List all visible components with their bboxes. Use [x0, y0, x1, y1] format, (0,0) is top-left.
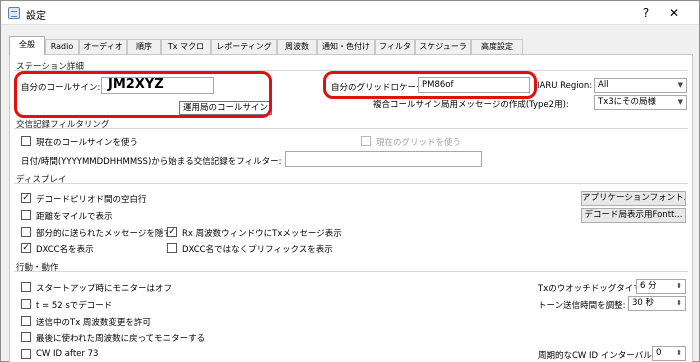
- cw-id-after-checkbox[interactable]: [21, 349, 31, 359]
- blank-line-label: デコードピリオド間の空白行: [36, 195, 147, 205]
- my-grid-input[interactable]: PM86of: [418, 77, 530, 93]
- allow-tx-freq-checkbox[interactable]: [21, 316, 31, 326]
- tab-radio[interactable]: Radio: [45, 39, 79, 54]
- use-current-call-label: 現在のコールサインを使う: [36, 138, 139, 148]
- divider: [14, 271, 688, 272]
- dxcc-prefix-checkbox[interactable]: [167, 243, 177, 253]
- datetime-filter-label: 日付/時間(YYYYMMDDHHMMSS)から始まる交信記録をフィルター:: [21, 157, 282, 167]
- iaru-value: All: [598, 80, 609, 90]
- my-grid-label: 自分のグリッドロケータ:: [331, 83, 428, 93]
- dxcc-name-checkbox[interactable]: ✓: [21, 243, 31, 253]
- dxcc-prefix-label: DXCC名ではなくプリフィックスを表示: [182, 245, 333, 255]
- tab-audio[interactable]: オーディオ: [79, 39, 127, 54]
- cw-interval-label: 周期的なCW ID インターバル:: [538, 351, 655, 361]
- tab-advanced[interactable]: 高度設定: [471, 39, 523, 54]
- type2-value: Tx3にその局様: [598, 97, 656, 107]
- my-call-label: 自分のコールサイン:: [21, 83, 101, 93]
- tab-reporting[interactable]: レポーティング: [211, 39, 277, 54]
- blank-line-checkbox[interactable]: ✓: [21, 193, 31, 203]
- partial-checkbox[interactable]: [21, 227, 31, 237]
- title-bar: 設定 ? ✕: [1, 1, 699, 25]
- monitor-off-label: スタートアップ時にモニターはオフ: [36, 284, 173, 294]
- divider: [14, 70, 688, 71]
- monitor-off-checkbox[interactable]: [21, 282, 31, 292]
- miles-checkbox[interactable]: [21, 210, 31, 220]
- allow-tx-freq-label: 送信中のTx 周波数変更を許可: [36, 318, 151, 328]
- decode-font-button[interactable]: デコード局表示用Fontt...: [581, 208, 686, 223]
- settings-window: 設定 ? ✕ 全般 Radio オーディオ 順序 Tx マクロ レポーティング …: [0, 0, 700, 362]
- tune-timeout-value: 30 秒: [632, 298, 655, 308]
- app-font-button[interactable]: アプリケーションフォント...: [581, 191, 686, 206]
- tab-tx-macros[interactable]: Tx マクロ: [161, 39, 211, 54]
- use-current-grid-checkbox[interactable]: [361, 136, 371, 146]
- tune-timeout-spinbox[interactable]: 30 秒 ⬍: [628, 296, 686, 311]
- iaru-label: IARU Region:: [537, 81, 593, 91]
- return-monitor-label: 最後に使われた周波数に戻ってモニターする: [36, 334, 206, 344]
- tab-filters[interactable]: フィルタ: [375, 39, 415, 54]
- close-button[interactable]: ✕: [666, 5, 682, 21]
- rx-window-label: Rx 周波数ウィンドウにTxメッセージ表示: [182, 229, 342, 239]
- window-title: 設定: [26, 11, 46, 22]
- type2-label: 複合コールサイン局用メッセージの作成(Type2用):: [373, 100, 569, 110]
- tooltip: 運用局のコールサイン: [179, 101, 273, 115]
- use-current-grid-label: 現在のグリッドを使う: [376, 138, 462, 148]
- miles-label: 距離をマイルで表示: [36, 212, 113, 222]
- divider: [14, 183, 688, 184]
- chevron-down-icon: ▼: [677, 98, 683, 106]
- tab-sequencing[interactable]: 順序: [127, 39, 161, 54]
- tune-timeout-label: トーン送信時間を調整:: [538, 301, 626, 311]
- tx-watchdog-spinbox[interactable]: 6 分 ⬍: [636, 279, 686, 294]
- help-button[interactable]: ?: [638, 5, 654, 21]
- tab-frequencies[interactable]: 周波数: [277, 39, 317, 54]
- datetime-filter-input[interactable]: [285, 151, 482, 167]
- use-current-call-checkbox[interactable]: [21, 136, 31, 146]
- decode-52-checkbox[interactable]: [21, 299, 31, 309]
- rx-window-checkbox[interactable]: ✓: [167, 227, 177, 237]
- tab-general[interactable]: 全般: [9, 36, 45, 55]
- iaru-select[interactable]: All ▼: [594, 78, 687, 93]
- divider: [14, 128, 688, 129]
- dxcc-name-label: DXCC名を表示: [36, 245, 94, 255]
- tab-colors[interactable]: 通知・色付け: [317, 39, 375, 54]
- chevron-down-icon: ▼: [677, 81, 683, 89]
- general-panel: ステーション詳細 自分のコールサイン: JM2XYZ 運用局のコールサイン 自分…: [9, 54, 693, 362]
- spin-arrows-icon: ⬍: [676, 349, 682, 357]
- cw-interval-value: 0: [656, 348, 662, 358]
- type2-select[interactable]: Tx3にその局様 ▼: [594, 95, 687, 110]
- decode-52-label: t = 52 sでデコード: [36, 301, 113, 311]
- partial-label: 部分的に送られたメッセージを隠す: [36, 229, 172, 239]
- spin-arrows-icon: ⬍: [676, 282, 682, 290]
- tab-scheduler[interactable]: スケジューラ: [415, 39, 471, 54]
- tx-watchdog-value: 6 分: [640, 281, 657, 291]
- app-icon: [8, 7, 20, 19]
- spin-arrows-icon: ⬍: [676, 299, 682, 307]
- return-monitor-checkbox[interactable]: [21, 332, 31, 342]
- cw-id-after-label: CW ID after 73: [36, 349, 99, 359]
- my-call-input[interactable]: JM2XYZ: [101, 77, 214, 94]
- cw-interval-spinbox[interactable]: 0 ⬍: [652, 346, 686, 361]
